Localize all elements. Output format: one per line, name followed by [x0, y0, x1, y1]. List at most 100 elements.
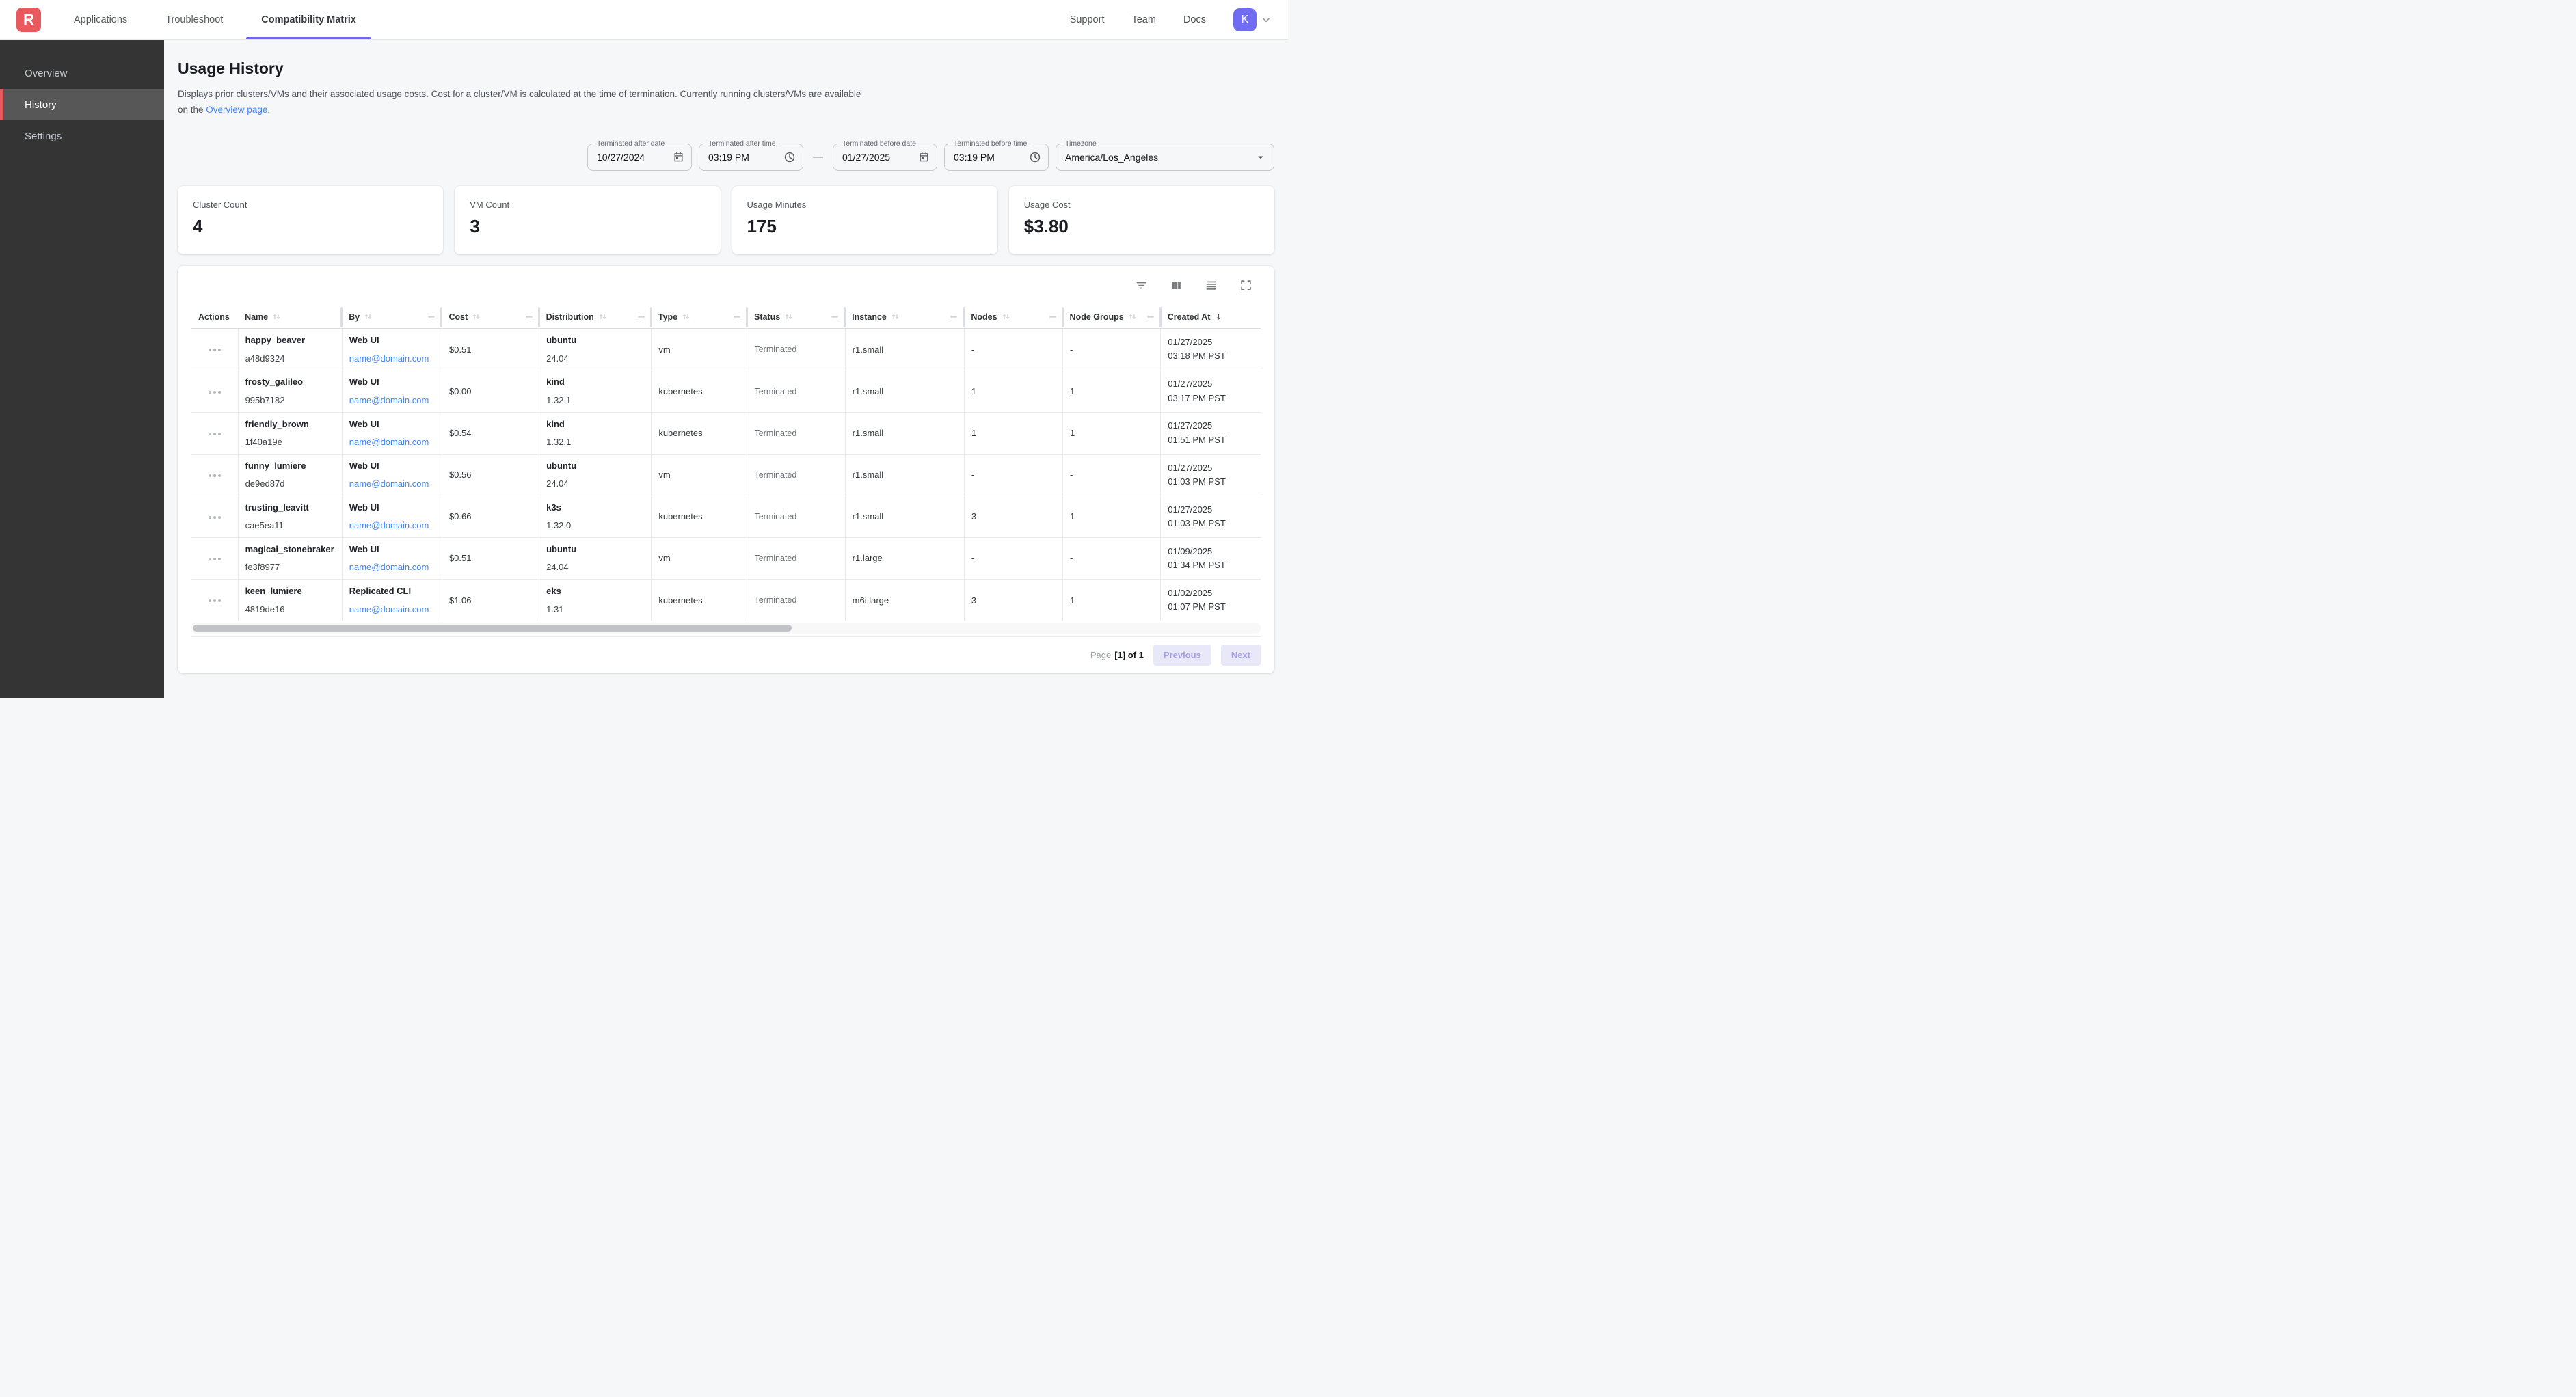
status-badge: Terminated	[754, 554, 837, 563]
tab-applications[interactable]: Applications	[55, 0, 146, 39]
column-menu-icon[interactable]	[524, 312, 534, 322]
column-header-nodes[interactable]: Nodes	[964, 306, 1062, 329]
cell-actions	[191, 537, 238, 579]
row-actions-button[interactable]	[206, 387, 224, 398]
columns-icon[interactable]	[1168, 277, 1184, 293]
row-actions-button[interactable]	[206, 429, 224, 439]
clock-icon[interactable]	[1023, 151, 1041, 163]
calendar-icon[interactable]	[667, 151, 684, 163]
email-link[interactable]: name@domain.com	[349, 437, 429, 447]
clock-icon[interactable]	[778, 151, 796, 163]
sort-arrows-icon	[890, 312, 900, 322]
row-actions-button[interactable]	[206, 554, 224, 565]
column-menu-icon[interactable]	[949, 312, 958, 322]
cluster-id: 4819de16	[245, 603, 335, 616]
column-menu-icon[interactable]	[1048, 312, 1058, 322]
stat-label: Usage Minutes	[747, 200, 982, 210]
tab-compatibility-matrix[interactable]: Compatibility Matrix	[242, 0, 375, 39]
terminated-after-time-field[interactable]: Terminated after time 03:19 PM	[699, 144, 803, 171]
terminated-after-date-field[interactable]: Terminated after date 10/27/2024	[587, 144, 692, 171]
fullscreen-icon[interactable]	[1238, 277, 1254, 293]
caret-down-icon	[1249, 151, 1267, 163]
column-menu-icon[interactable]	[732, 312, 742, 322]
column-header-name[interactable]: Name	[238, 306, 342, 329]
top-nav: R Applications Troubleshoot Compatibilit…	[0, 0, 1288, 40]
field-label: Timezone	[1062, 139, 1099, 148]
column-header-by[interactable]: By	[342, 306, 442, 329]
next-page-button[interactable]: Next	[1221, 645, 1261, 666]
nav-link-support[interactable]: Support	[1070, 14, 1105, 25]
terminated-before-time-field[interactable]: Terminated before time 03:19 PM	[944, 144, 1049, 171]
row-actions-button[interactable]	[206, 512, 224, 523]
row-actions-button[interactable]	[206, 470, 224, 481]
column-menu-icon[interactable]	[830, 312, 840, 322]
row-actions-button[interactable]	[206, 595, 224, 606]
sort-arrows-icon	[681, 312, 691, 322]
cell-actions	[191, 579, 238, 621]
node-groups-value: 1	[1070, 511, 1153, 521]
cell-node-groups: -	[1063, 329, 1161, 370]
cell-cost: $0.00	[442, 370, 539, 412]
sidebar-item-overview[interactable]: Overview	[0, 57, 164, 89]
cell-instance: r1.small	[845, 329, 964, 370]
terminated-before-date-field[interactable]: Terminated before date 01/27/2025	[833, 144, 937, 171]
filter-icon[interactable]	[1133, 277, 1149, 293]
column-header-cost[interactable]: Cost	[442, 306, 539, 329]
email-link[interactable]: name@domain.com	[349, 604, 429, 614]
column-header-type[interactable]: Type	[652, 306, 747, 329]
sidebar-item-history[interactable]: History	[0, 89, 164, 120]
column-header-status[interactable]: Status	[747, 306, 845, 329]
field-value: 03:19 PM	[954, 152, 995, 163]
cluster-name: keen_lumiere	[245, 585, 335, 597]
table-row: happy_beavera48d9324Web UIname@domain.co…	[191, 329, 1261, 370]
page-description: Displays prior clusters/VMs and their as…	[178, 87, 861, 118]
horizontal-scrollbar[interactable]	[191, 623, 1261, 634]
nodes-value: -	[971, 470, 1056, 480]
column-header-created-at[interactable]: Created At	[1161, 306, 1261, 329]
cluster-name: friendly_brown	[245, 418, 335, 431]
sort-arrows-icon	[783, 312, 794, 322]
cell-node-groups: 1	[1063, 412, 1161, 454]
density-icon[interactable]	[1203, 277, 1219, 293]
column-menu-icon[interactable]	[427, 312, 436, 322]
column-menu-icon[interactable]	[1146, 312, 1155, 322]
cell-node-groups: -	[1063, 537, 1161, 579]
account-menu-button[interactable]: K	[1233, 8, 1272, 31]
nav-link-docs[interactable]: Docs	[1183, 14, 1206, 25]
email-link[interactable]: name@domain.com	[349, 353, 429, 364]
cell-by: Web UIname@domain.com	[342, 454, 442, 496]
calendar-icon[interactable]	[913, 151, 930, 163]
row-actions-button[interactable]	[206, 344, 224, 355]
cell-instance: r1.small	[845, 412, 964, 454]
overview-page-link[interactable]: Overview page	[206, 105, 267, 115]
node-groups-value: -	[1070, 470, 1153, 480]
scrollbar-thumb[interactable]	[193, 625, 792, 632]
app-logo[interactable]: R	[16, 8, 41, 32]
cell-name: happy_beavera48d9324	[238, 329, 342, 370]
node-groups-value: -	[1070, 553, 1153, 563]
cell-status: Terminated	[747, 412, 845, 454]
cell-actions	[191, 370, 238, 412]
column-header-distribution[interactable]: Distribution	[539, 306, 652, 329]
type-value: vm	[658, 344, 740, 355]
previous-page-button[interactable]: Previous	[1153, 645, 1211, 666]
email-link[interactable]: name@domain.com	[349, 562, 429, 572]
column-header-node-groups[interactable]: Node Groups	[1063, 306, 1161, 329]
email-link[interactable]: name@domain.com	[349, 395, 429, 405]
created-by-source: Web UI	[349, 418, 435, 431]
email-link[interactable]: name@domain.com	[349, 478, 429, 489]
cell-instance: m6i.large	[845, 579, 964, 621]
timezone-select[interactable]: Timezone America/Los_Angeles	[1056, 144, 1274, 171]
cell-cost: $0.54	[442, 412, 539, 454]
cell-status: Terminated	[747, 454, 845, 496]
created-by-source: Web UI	[349, 376, 435, 388]
primary-tabs: Applications Troubleshoot Compatibility …	[55, 0, 375, 39]
created-time: 01:34 PM PST	[1168, 558, 1254, 572]
tab-troubleshoot[interactable]: Troubleshoot	[146, 0, 242, 39]
email-link[interactable]: name@domain.com	[349, 520, 429, 530]
column-header-instance[interactable]: Instance	[845, 306, 964, 329]
cell-created-at: 01/27/202501:03 PM PST	[1161, 496, 1261, 537]
nav-link-team[interactable]: Team	[1131, 14, 1155, 25]
sidebar-item-settings[interactable]: Settings	[0, 120, 164, 152]
column-menu-icon[interactable]	[636, 312, 646, 322]
